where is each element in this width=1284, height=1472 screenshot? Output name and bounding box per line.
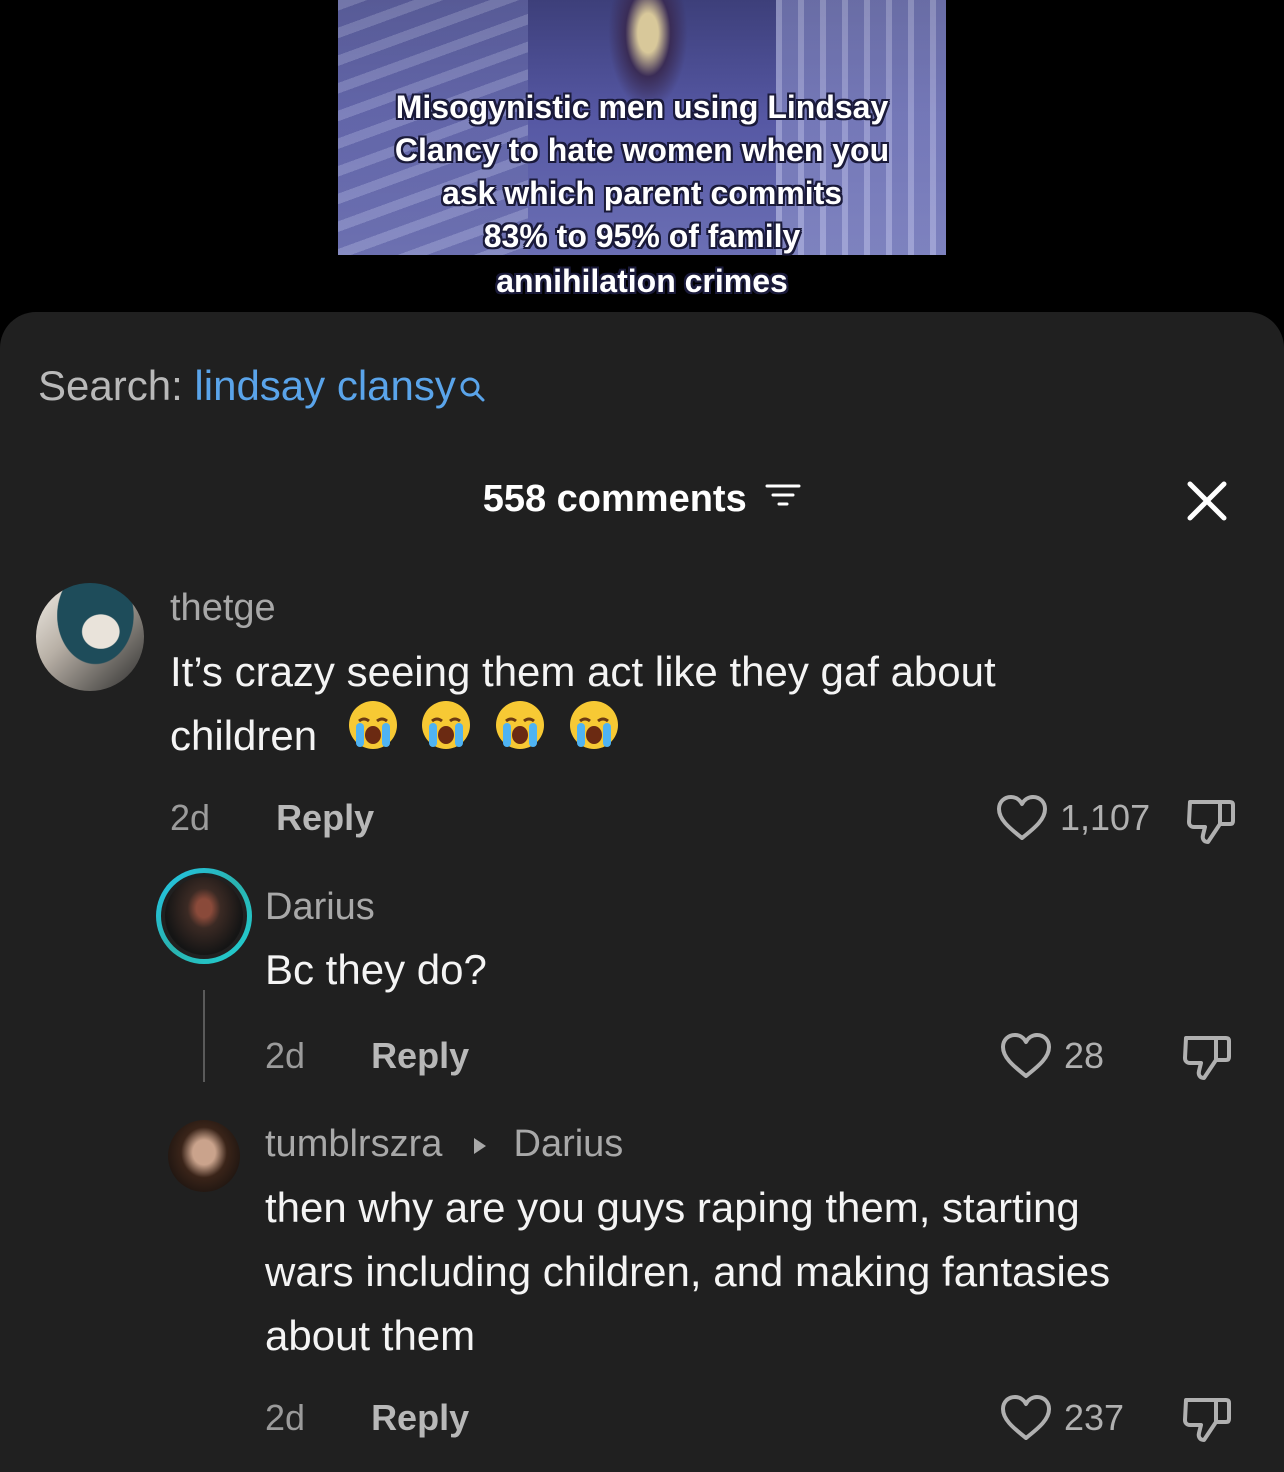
comment-time: 2d — [265, 1397, 306, 1438]
video-caption: Misogynistic men using Lindsay Clancy to… — [338, 86, 946, 303]
comment-meta: 2d Reply — [265, 1032, 469, 1080]
heart-icon[interactable] — [996, 794, 1048, 842]
avatar[interactable] — [168, 1120, 240, 1192]
comment-text-line: It’s crazy seeing them act like they gaf… — [170, 648, 996, 695]
like-button[interactable]: 1,107 — [996, 792, 1150, 844]
like-count: 28 — [1064, 1035, 1105, 1076]
caption-line: annihilation crimes — [496, 263, 788, 299]
comment-text-line: children — [170, 700, 996, 769]
sort-filter-icon[interactable] — [765, 473, 801, 523]
caption-line: Misogynistic men using Lindsay — [395, 89, 889, 125]
like-button[interactable]: 28 — [1000, 1030, 1104, 1082]
comment-time: 2d — [170, 797, 211, 838]
reply-button[interactable]: Reply — [371, 1035, 469, 1076]
search-icon[interactable] — [458, 362, 486, 418]
thumbs-down-icon[interactable] — [1180, 1030, 1234, 1084]
search-suggestion[interactable]: Search: lindsay clansy — [38, 358, 486, 418]
heart-icon[interactable] — [1000, 1032, 1052, 1080]
like-button[interactable]: 237 — [1000, 1392, 1124, 1444]
search-term[interactable]: lindsay clansy — [194, 362, 455, 409]
caption-line: Clancy to hate women when you — [394, 132, 890, 168]
comment-username[interactable]: thetge — [170, 584, 276, 632]
loudly-crying-face-icon — [347, 699, 399, 769]
comment-count: 558 comments — [482, 478, 747, 520]
loudly-crying-face-icon — [568, 699, 620, 769]
thumbs-down-icon[interactable] — [1184, 794, 1238, 848]
heart-icon[interactable] — [1000, 1394, 1052, 1442]
dislike-button[interactable] — [1180, 1030, 1234, 1089]
search-prefix: Search: — [38, 362, 183, 409]
comment-text-line: then why are you guys raping them, start… — [265, 1184, 1080, 1231]
thread-line — [203, 990, 205, 1082]
comment-time: 2d — [265, 1035, 306, 1076]
reply-to-username[interactable]: Darius — [514, 1123, 624, 1165]
comment-text: It’s crazy seeing them act like they gaf… — [170, 640, 996, 769]
loudly-crying-face-icon — [494, 699, 546, 769]
like-count: 1,107 — [1060, 797, 1151, 838]
comment-text: Bc they do? — [265, 946, 487, 993]
reply-button[interactable]: Reply — [371, 1397, 469, 1438]
dislike-button[interactable] — [1184, 794, 1238, 853]
avatar-story-ring[interactable] — [156, 868, 252, 964]
reply-button[interactable]: Reply — [276, 797, 374, 838]
dislike-button[interactable] — [1180, 1392, 1234, 1451]
close-button[interactable] — [1182, 476, 1232, 526]
close-icon[interactable] — [1185, 479, 1229, 523]
caption-line: ask which parent commits — [441, 175, 843, 211]
comment-meta: 2d Reply — [265, 1394, 469, 1442]
thumbs-down-icon[interactable] — [1180, 1392, 1234, 1446]
comment-text: then why are you guys raping them, start… — [265, 1176, 1110, 1368]
like-count: 237 — [1064, 1397, 1125, 1438]
video-area[interactable]: Misogynistic men using Lindsay Clancy to… — [0, 0, 1284, 330]
comment-text-line: about them — [265, 1312, 476, 1359]
comments-header: 558 comments — [0, 474, 1284, 524]
reply-arrow-icon — [473, 1119, 487, 1167]
caption-line: 83% to 95% of family — [483, 218, 801, 254]
avatar[interactable] — [36, 583, 144, 691]
loudly-crying-face-icon — [420, 699, 472, 769]
comment-username[interactable]: Darius — [265, 883, 375, 931]
comment-meta: 2d Reply — [170, 794, 374, 842]
avatar — [161, 873, 247, 959]
comment-text-line: wars including children, and making fant… — [265, 1248, 1111, 1295]
comment-text-word: children — [170, 712, 318, 759]
comment-username-line: tumblrszra Darius — [265, 1120, 623, 1168]
comment-username[interactable]: tumblrszra — [265, 1123, 442, 1165]
